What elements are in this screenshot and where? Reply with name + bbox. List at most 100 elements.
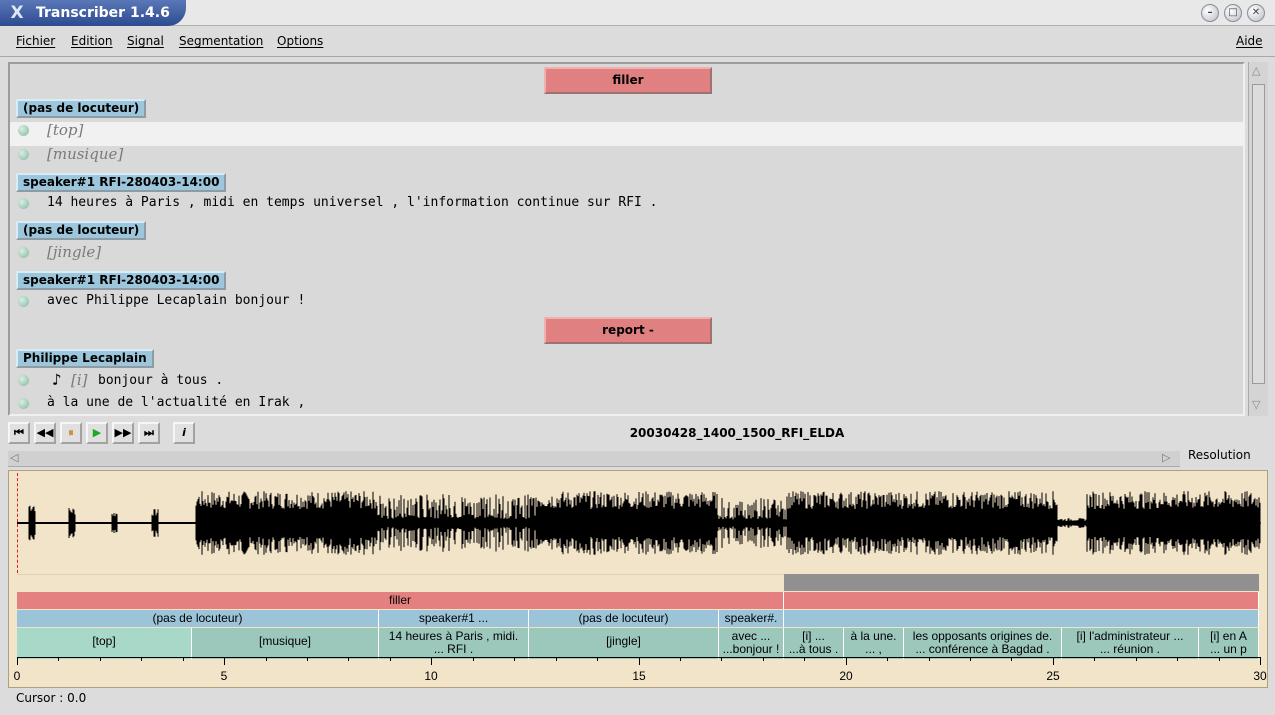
speaker-button-none[interactable]: (pas de locuteur) bbox=[16, 99, 147, 118]
segment-text[interactable]: [i] en A... un p bbox=[1199, 628, 1259, 659]
playback-cursor[interactable] bbox=[17, 473, 18, 573]
fast-forward-button[interactable]: ▶▶ bbox=[112, 422, 134, 444]
axis-tick bbox=[17, 657, 18, 665]
axis-tick-label: 0 bbox=[13, 669, 21, 683]
axis-tick bbox=[970, 657, 971, 661]
axis-tick bbox=[1136, 657, 1137, 661]
segment-speaker[interactable] bbox=[784, 610, 1259, 627]
segment-speaker[interactable]: speaker#1 ... bbox=[379, 610, 529, 627]
segment-text[interactable]: [jingle] bbox=[529, 628, 719, 659]
sync-dot-icon[interactable] bbox=[18, 296, 29, 307]
segment-speaker[interactable]: (pas de locuteur) bbox=[529, 610, 719, 627]
scroll-down-icon[interactable]: ▽ bbox=[1252, 398, 1260, 411]
sync-dot-icon[interactable] bbox=[18, 149, 29, 160]
signal-scrollbar[interactable]: ◁ ▷ bbox=[8, 451, 1180, 467]
scroll-up-icon[interactable]: △ bbox=[1252, 64, 1260, 77]
segment-text[interactable]: les opposants origines de.... conférence… bbox=[904, 628, 1062, 659]
section-button-filler[interactable]: filler bbox=[544, 67, 712, 94]
signal-view[interactable]: filler (pas de locuteur) speaker#1 ... (… bbox=[8, 470, 1268, 688]
transcript-line[interactable]: 14 heures à Paris , midi en temps univer… bbox=[47, 195, 657, 210]
segment-text[interactable]: [musique] bbox=[192, 628, 379, 659]
axis-tick bbox=[307, 657, 308, 661]
waveform[interactable] bbox=[17, 471, 1261, 575]
segment-text[interactable]: [i] l'administrateur ...... réunion . bbox=[1062, 628, 1199, 659]
scroll-thumb[interactable] bbox=[1252, 84, 1265, 384]
axis-tick bbox=[100, 657, 101, 661]
sync-dot-icon[interactable] bbox=[18, 247, 29, 258]
status-bar: Cursor : 0.0 bbox=[8, 689, 1268, 709]
speaker-button-speaker1[interactable]: speaker#1 RFI-280403-14:00 bbox=[16, 173, 227, 192]
axis-tick bbox=[929, 657, 930, 661]
title-bar: X Transcriber 1.4.6 – □ ✕ bbox=[0, 0, 1275, 26]
player-toolbar: ⏮ ◀◀ ⏸ ▶ ▶▶ ⏭ i 20030428_1400_1500_RFI_E… bbox=[0, 419, 1275, 447]
menu-options[interactable]: Options bbox=[277, 34, 323, 48]
segment-text-line: ... conférence à Bagdad . bbox=[915, 642, 1050, 656]
axis-tick-label: 20 bbox=[839, 669, 853, 683]
file-name: 20030428_1400_1500_RFI_ELDA bbox=[629, 426, 845, 440]
axis-tick bbox=[390, 657, 391, 661]
rewind-button[interactable]: ◀◀ bbox=[34, 422, 56, 444]
segment-text[interactable]: à la une.... , bbox=[844, 628, 904, 659]
segment-text[interactable]: avec ... ...bonjour ! bbox=[719, 628, 784, 659]
vertical-scrollbar[interactable]: △ ▽ bbox=[1248, 62, 1268, 416]
transcript-line[interactable]: à la une de l'actualité en Irak , bbox=[47, 395, 305, 410]
axis-tick bbox=[1177, 657, 1178, 661]
segment-text[interactable]: [top] bbox=[17, 628, 192, 659]
segment-text-line: ... un p bbox=[1210, 642, 1247, 656]
sync-dot-icon[interactable] bbox=[18, 375, 29, 386]
segment-text[interactable]: [i] ... ...à tous . bbox=[784, 628, 844, 659]
axis-tick-label: 30 bbox=[1253, 669, 1267, 683]
axis-tick bbox=[473, 657, 474, 661]
axis-tick bbox=[1219, 657, 1220, 661]
event-i[interactable]: [i] bbox=[71, 371, 88, 389]
maximize-button[interactable]: □ bbox=[1224, 4, 1242, 22]
event-jingle[interactable]: [jingle] bbox=[47, 243, 101, 261]
transcript-line[interactable]: avec Philippe Lecaplain bonjour ! bbox=[47, 293, 305, 308]
event-musique[interactable]: [musique] bbox=[47, 145, 123, 163]
event-top[interactable]: [top] bbox=[47, 121, 83, 139]
sync-dot-icon[interactable] bbox=[18, 198, 29, 209]
menu-segmentation[interactable]: Segmentation bbox=[179, 34, 263, 48]
axis-tick bbox=[58, 657, 59, 661]
axis-tick bbox=[141, 657, 142, 661]
segment-text-line: ... , bbox=[865, 642, 882, 656]
axis-tick bbox=[680, 657, 681, 661]
app-logo-icon: X bbox=[10, 3, 24, 23]
menu-edition[interactable]: Edition bbox=[71, 34, 113, 48]
sync-dot-icon[interactable] bbox=[18, 398, 29, 409]
segment-text-line: ...bonjour ! bbox=[722, 642, 780, 656]
axis-tick bbox=[556, 657, 557, 661]
window-title: Transcriber 1.4.6 bbox=[36, 5, 170, 21]
menu-aide[interactable]: Aide bbox=[1236, 34, 1263, 48]
transcript-line[interactable]: bonjour à tous . bbox=[98, 373, 223, 388]
axis-tick bbox=[1011, 657, 1012, 661]
segment-speaker[interactable]: (pas de locuteur) bbox=[17, 610, 379, 627]
speaker-button-lecaplain[interactable]: Philippe Lecaplain bbox=[16, 349, 154, 368]
axis-tick bbox=[1094, 657, 1095, 661]
play-button[interactable]: ▶ bbox=[86, 422, 108, 444]
menu-fichier[interactable]: Fichier bbox=[16, 34, 55, 48]
segment-text-line: ... RFI . bbox=[433, 642, 474, 656]
segment-section-filler[interactable]: filler bbox=[17, 592, 784, 609]
segment-text-line: ...à tous . bbox=[788, 642, 839, 656]
scroll-left-icon[interactable]: ◁ bbox=[10, 451, 18, 464]
segment-section-report[interactable] bbox=[784, 592, 1259, 609]
segment-speaker[interactable]: speaker#. bbox=[719, 610, 784, 627]
transcription-editor[interactable]: filler (pas de locuteur) [top] [musique]… bbox=[8, 62, 1245, 416]
go-to-end-button[interactable]: ⏭ bbox=[138, 422, 160, 444]
minimize-button[interactable]: – bbox=[1201, 4, 1219, 22]
menu-signal[interactable]: Signal bbox=[127, 34, 164, 48]
close-button[interactable]: ✕ bbox=[1247, 4, 1265, 22]
title-tab: X Transcriber 1.4.6 bbox=[0, 0, 186, 26]
section-button-report[interactable]: report - bbox=[544, 317, 712, 344]
axis-tick-label: 25 bbox=[1046, 669, 1060, 683]
menu-bar: Fichier Edition Signal Segmentation Opti… bbox=[0, 27, 1275, 57]
go-to-start-button[interactable]: ⏮ bbox=[8, 422, 30, 444]
sync-dot-icon[interactable] bbox=[18, 125, 29, 136]
scroll-right-icon[interactable]: ▷ bbox=[1162, 451, 1170, 464]
speaker-button-speaker1[interactable]: speaker#1 RFI-280403-14:00 bbox=[16, 271, 227, 290]
pause-button[interactable]: ⏸ bbox=[60, 422, 82, 444]
segment-text[interactable]: 14 heures à Paris , midi.... RFI . bbox=[379, 628, 529, 659]
speaker-button-none[interactable]: (pas de locuteur) bbox=[16, 221, 147, 240]
info-button[interactable]: i bbox=[173, 422, 195, 444]
